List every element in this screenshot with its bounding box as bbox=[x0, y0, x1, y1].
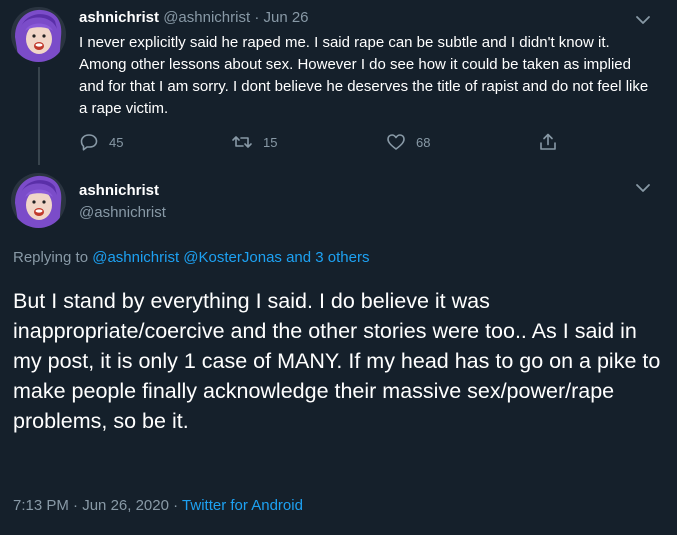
tweet-full-date[interactable]: Jun 26, 2020 bbox=[82, 497, 169, 514]
chevron-down-icon[interactable] bbox=[632, 177, 654, 199]
tweet-source-link[interactable]: Twitter for Android bbox=[182, 497, 303, 514]
like-icon bbox=[386, 132, 406, 152]
avatar[interactable] bbox=[11, 173, 66, 228]
avatar[interactable] bbox=[11, 7, 66, 62]
retweet-button[interactable]: 15 bbox=[231, 131, 277, 153]
reply-button[interactable]: 45 bbox=[79, 131, 123, 153]
tweet-text: But I stand by everything I said. I do b… bbox=[13, 289, 661, 433]
retweet-count: 15 bbox=[263, 134, 278, 150]
avatar-image bbox=[11, 7, 66, 62]
like-button[interactable]: 68 bbox=[386, 131, 430, 153]
user-handle[interactable]: @ashnichrist bbox=[79, 204, 166, 221]
tweet-date[interactable]: Jun 26 bbox=[263, 9, 308, 26]
display-name[interactable]: ashnichrist bbox=[79, 182, 159, 199]
reply-count: 45 bbox=[109, 134, 124, 150]
avatar-image bbox=[11, 173, 66, 228]
tweet-meta: 7:13 PM · Jun 26, 2020 · Twitter for And… bbox=[13, 497, 303, 514]
share-button[interactable] bbox=[538, 131, 558, 153]
tweet-header: ashnichrist @ashnichrist · Jun 26 bbox=[79, 9, 309, 26]
retweet-icon bbox=[231, 132, 253, 152]
tweet-text: I never explicitly said he raped me. I s… bbox=[79, 34, 649, 117]
share-icon bbox=[538, 132, 558, 152]
user-handle[interactable]: @ashnichrist bbox=[163, 9, 250, 26]
display-name[interactable]: ashnichrist bbox=[79, 9, 159, 26]
reply-icon bbox=[79, 132, 99, 152]
tweet-time[interactable]: 7:13 PM bbox=[13, 497, 69, 514]
like-count: 68 bbox=[416, 134, 431, 150]
chevron-down-icon[interactable] bbox=[632, 9, 654, 31]
meta-separator: · bbox=[73, 497, 79, 514]
header-separator: · bbox=[254, 9, 260, 26]
replying-mentions-link[interactable]: @ashnichrist @KosterJonas and 3 others bbox=[92, 249, 369, 266]
replying-prefix: Replying to bbox=[13, 249, 89, 266]
thread-connector-line bbox=[38, 67, 40, 165]
meta-separator: · bbox=[173, 497, 179, 514]
tweet-thread: ashnichrist @ashnichrist · Jun 26 I neve… bbox=[0, 0, 677, 535]
replying-to: Replying to @ashnichrist @KosterJonas an… bbox=[13, 249, 369, 266]
